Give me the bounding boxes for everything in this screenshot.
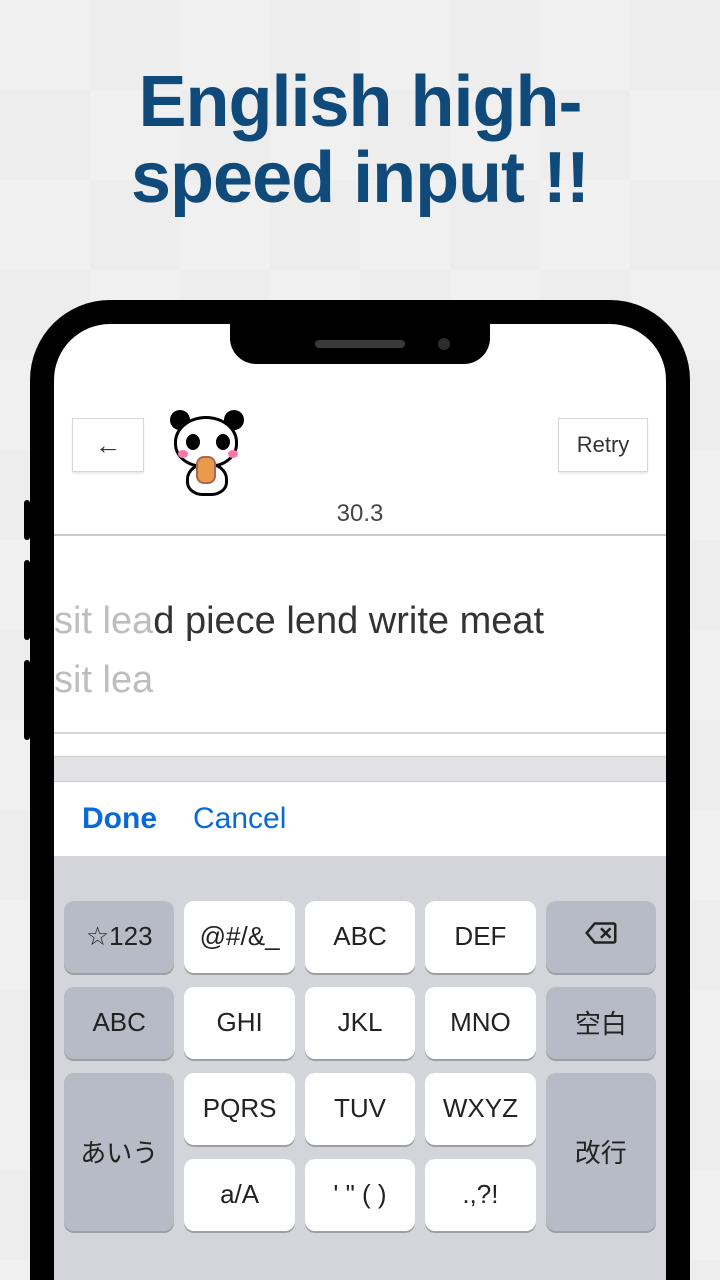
key-return[interactable]: 改行 [546,1073,656,1231]
key-symbols[interactable]: @#/&_ [184,901,294,973]
key-space[interactable]: 空白 [546,987,656,1059]
promo-headline: English high-speed input !! [0,0,720,216]
typing-area: sit lead piece lend write meat sit lea [54,536,666,756]
phone-frame: ← Retry 30.3 sit lead piece lend write m… [30,300,690,1280]
camera-icon [438,338,450,350]
key-def[interactable]: DEF [425,901,535,973]
phone-notch [230,324,490,364]
target-text: sit lead piece lend write meat [54,592,666,651]
key-abc[interactable]: ABC [305,901,415,973]
keyboard-row-group: あいう PQRS TUV WXYZ a/A ' " ( ) .,?! 改行 [64,1073,656,1231]
key-quotes[interactable]: ' " ( ) [305,1159,415,1231]
cancel-button[interactable]: Cancel [193,802,286,836]
backspace-icon [582,914,620,959]
key-pqrs[interactable]: PQRS [184,1073,294,1145]
key-mode-abc[interactable]: ABC [64,987,174,1059]
key-case-toggle[interactable]: a/A [184,1159,294,1231]
key-mode-num[interactable]: ☆123 [64,901,174,973]
keyboard-row: ☆123 @#/&_ ABC DEF [64,901,656,973]
phone-side-button [24,500,30,540]
keyboard-action-bar: Done Cancel [54,782,666,857]
keyboard-row: a/A ' " ( ) .,?! [184,1159,535,1231]
score-value: 30.3 [337,500,384,528]
spacer-bar [54,756,666,782]
keyboard-row: ABC GHI JKL MNO 空白 [64,987,656,1059]
speaker-icon [315,340,405,348]
typed-text[interactable]: sit lea [54,651,666,710]
retry-button[interactable]: Retry [558,418,648,472]
phone-side-button [24,560,30,640]
divider [54,732,666,734]
keyboard: ☆123 @#/&_ ABC DEF ABC GHI JKL MNO [54,857,666,1280]
key-punct[interactable]: .,?! [425,1159,535,1231]
back-button[interactable]: ← [72,418,144,472]
key-tuv[interactable]: TUV [305,1073,415,1145]
target-remaining: d piece lend write meat [153,600,544,642]
key-delete[interactable] [546,901,656,973]
phone-side-button [24,660,30,740]
phone-screen: ← Retry 30.3 sit lead piece lend write m… [54,324,666,1280]
panda-icon [168,412,248,502]
key-jkl[interactable]: JKL [305,987,415,1059]
target-completed: sit lea [54,600,153,642]
done-button[interactable]: Done [82,802,157,836]
key-ghi[interactable]: GHI [184,987,294,1059]
keyboard-row: PQRS TUV WXYZ [184,1073,535,1145]
app-top-bar: ← Retry 30.3 [54,418,666,528]
key-mno[interactable]: MNO [425,987,535,1059]
key-mode-kana[interactable]: あいう [64,1073,174,1231]
key-wxyz[interactable]: WXYZ [425,1073,535,1145]
